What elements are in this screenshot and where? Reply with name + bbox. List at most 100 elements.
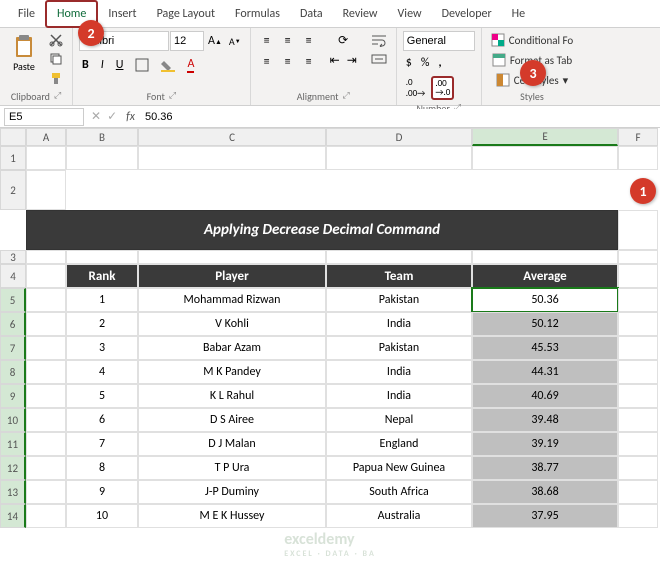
tab-data[interactable]: Data [290, 2, 333, 26]
row-header[interactable]: 13 [0, 480, 26, 504]
tab-file[interactable]: File [8, 2, 45, 26]
cell-player[interactable]: T P Ura [138, 456, 326, 480]
align-bottom-button[interactable]: ≡ [299, 31, 319, 51]
cell[interactable] [26, 456, 66, 480]
cell-average[interactable]: 37.95 [472, 504, 618, 528]
cell[interactable] [26, 146, 66, 170]
copy-button[interactable] [46, 50, 66, 68]
header-average[interactable]: Average [472, 264, 618, 288]
cell-player[interactable]: D S Airee [138, 408, 326, 432]
cell-player[interactable]: Mohammad Rizwan [138, 288, 326, 312]
cell-rank[interactable]: 5 [66, 384, 138, 408]
row-header[interactable]: 10 [0, 408, 26, 432]
row-header[interactable]: 11 [0, 432, 26, 456]
comma-button[interactable]: , [435, 54, 444, 72]
cell-team[interactable]: India [326, 384, 472, 408]
bold-button[interactable]: B [79, 56, 92, 74]
conditional-formatting-button[interactable]: Conditional Fo [488, 31, 576, 49]
align-top-button[interactable]: ≡ [257, 31, 277, 51]
row-header[interactable]: 2 [0, 170, 26, 210]
col-header-c[interactable]: C [138, 128, 326, 146]
row-header[interactable]: 7 [0, 336, 26, 360]
cell[interactable] [66, 250, 138, 264]
clipboard-launcher-icon[interactable]: ⤢ [54, 90, 61, 103]
cell[interactable] [138, 146, 326, 170]
col-header-b[interactable]: B [66, 128, 138, 146]
cell-player[interactable]: M K Pandey [138, 360, 326, 384]
align-middle-button[interactable]: ≡ [278, 31, 298, 51]
row-header[interactable]: 9 [0, 384, 26, 408]
row-header[interactable]: 4 [0, 264, 26, 288]
col-header-d[interactable]: D [326, 128, 472, 146]
font-size-select[interactable] [170, 31, 204, 51]
header-rank[interactable]: Rank [66, 264, 138, 288]
cell[interactable] [618, 480, 658, 504]
cell-average[interactable]: 50.36 [472, 288, 618, 312]
enter-icon[interactable]: ✓ [104, 109, 120, 124]
cell-average[interactable]: 50.12 [472, 312, 618, 336]
cell-average[interactable]: 40.69 [472, 384, 618, 408]
cell[interactable] [26, 336, 66, 360]
row-header[interactable]: 6 [0, 312, 26, 336]
cell[interactable] [26, 480, 66, 504]
col-header-a[interactable]: A [26, 128, 66, 146]
row-header[interactable]: 1 [0, 146, 26, 170]
percent-button[interactable]: % [418, 54, 433, 72]
col-header-e[interactable]: E [472, 128, 618, 146]
increase-decimal-button[interactable]: .0.00→ [403, 75, 429, 101]
cell[interactable] [618, 288, 658, 312]
cell[interactable] [472, 146, 618, 170]
cell[interactable] [26, 360, 66, 384]
font-launcher-icon[interactable]: ⤢ [169, 90, 176, 103]
header-player[interactable]: Player [138, 264, 326, 288]
cell[interactable] [618, 384, 658, 408]
cell[interactable] [26, 170, 66, 210]
cell-average[interactable]: 45.53 [472, 336, 618, 360]
italic-button[interactable]: I [98, 56, 107, 74]
cell-rank[interactable]: 8 [66, 456, 138, 480]
cell[interactable] [26, 250, 66, 264]
cell-rank[interactable]: 7 [66, 432, 138, 456]
row-header[interactable]: 8 [0, 360, 26, 384]
orientation-button[interactable]: ⟳ [327, 31, 360, 50]
tab-developer[interactable]: Developer [432, 2, 502, 26]
cell[interactable] [26, 504, 66, 528]
cell[interactable] [618, 146, 658, 170]
cell-team[interactable]: Pakistan [326, 336, 472, 360]
row-header[interactable]: 3 [0, 250, 26, 264]
cell[interactable] [26, 312, 66, 336]
tab-review[interactable]: Review [333, 2, 388, 26]
cell[interactable] [326, 146, 472, 170]
decrease-indent-button[interactable]: ⇤ [327, 51, 343, 70]
cut-button[interactable] [46, 31, 66, 49]
tab-view[interactable]: View [388, 2, 432, 26]
cell-team[interactable]: Australia [326, 504, 472, 528]
cell[interactable] [26, 264, 66, 288]
font-color-button[interactable]: A [184, 55, 197, 75]
cell[interactable] [618, 360, 658, 384]
grow-font-button[interactable]: A▲ [205, 32, 225, 50]
cell[interactable] [138, 250, 326, 264]
cell-average[interactable]: 38.77 [472, 456, 618, 480]
header-team[interactable]: Team [326, 264, 472, 288]
border-button[interactable] [132, 56, 152, 74]
title-cell[interactable]: Applying Decrease Decimal Command [26, 210, 618, 250]
align-center-button[interactable]: ≡ [278, 52, 298, 72]
cell-rank[interactable]: 9 [66, 480, 138, 504]
cell-team[interactable]: England [326, 432, 472, 456]
tab-formulas[interactable]: Formulas [225, 2, 290, 26]
cell[interactable] [66, 146, 138, 170]
cell[interactable] [26, 408, 66, 432]
fill-color-button[interactable] [158, 56, 178, 74]
cell-player[interactable]: K L Rahul [138, 384, 326, 408]
alignment-launcher-icon[interactable]: ⤢ [343, 90, 350, 103]
cell[interactable] [618, 312, 658, 336]
number-format-select[interactable] [403, 31, 475, 51]
cell[interactable] [618, 336, 658, 360]
cell[interactable] [618, 504, 658, 528]
cell-rank[interactable]: 4 [66, 360, 138, 384]
cell[interactable] [26, 288, 66, 312]
cell-player[interactable]: D J Malan [138, 432, 326, 456]
paste-button[interactable]: Paste [6, 31, 42, 75]
cell[interactable] [618, 250, 658, 264]
